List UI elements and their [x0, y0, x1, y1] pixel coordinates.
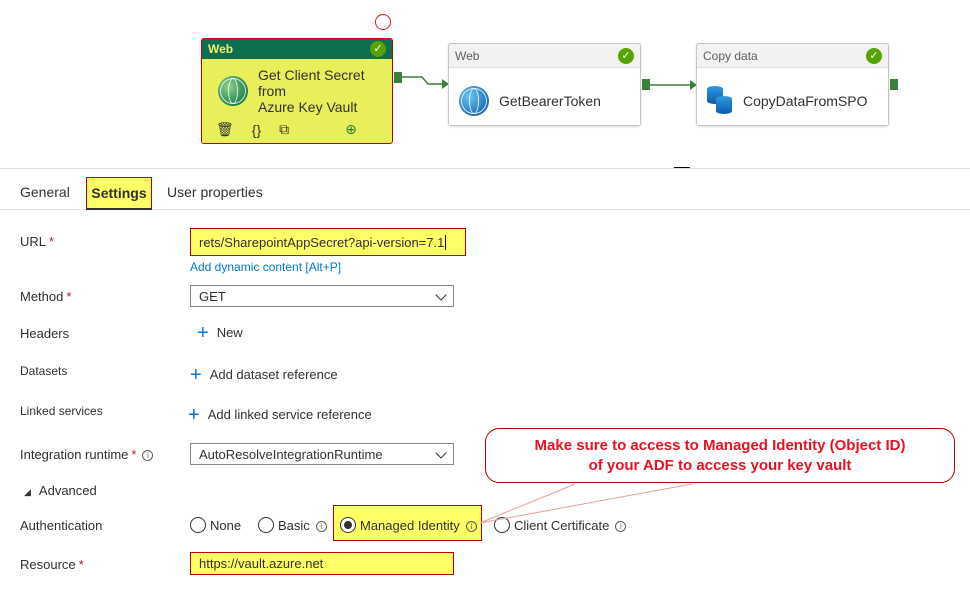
activity-type: Web	[208, 42, 234, 56]
success-check-icon: ✓	[618, 47, 634, 64]
resource-label: Resource *	[20, 557, 84, 572]
url-label: URL *	[20, 234, 55, 249]
connector-arrow	[650, 80, 697, 90]
integration-runtime-label: Integration runtime * i	[20, 447, 154, 462]
method-label: Method *	[20, 289, 72, 304]
tab-settings[interactable]: Settings	[86, 177, 152, 210]
web-globe-icon	[459, 85, 489, 116]
activity-name: GetBearerToken	[499, 92, 601, 109]
triangle-down-icon: ◢	[24, 487, 31, 497]
activity-name: Get Client Secret from Azure Key Vault	[258, 67, 365, 115]
output-port[interactable]	[642, 79, 650, 90]
radio-icon	[258, 517, 274, 533]
add-dynamic-content-link[interactable]: Add dynamic content [Alt+P]	[190, 260, 341, 274]
chevron-down-icon	[435, 289, 447, 301]
output-port[interactable]	[394, 72, 402, 83]
authentication-label: Authentication	[20, 518, 103, 533]
auth-option-basic[interactable]: Basic i	[258, 517, 327, 533]
connector-arrow	[402, 76, 449, 89]
callout-line-2: of your ADF to access your key vault	[588, 457, 852, 474]
output-port[interactable]	[890, 79, 898, 90]
success-check-icon: ✓	[866, 47, 882, 64]
linked-services-label: Linked services	[20, 404, 103, 418]
chevron-down-icon	[435, 447, 447, 459]
resource-input[interactable]: https://vault.azure.net	[190, 552, 454, 575]
headers-label: Headers	[20, 326, 70, 341]
tab-user-properties[interactable]: User properties	[167, 184, 263, 200]
properties-tabs: General Settings User properties	[0, 168, 970, 210]
copy-icon[interactable]: ⧉	[279, 121, 289, 138]
activity-name: CopyDataFromSPO	[743, 92, 868, 109]
auth-option-none[interactable]: None	[190, 517, 241, 533]
add-linked-service-reference-button[interactable]: + Add linked service reference	[188, 404, 372, 427]
annotation-circle	[375, 14, 391, 30]
code-icon[interactable]: {}	[252, 122, 261, 138]
integration-runtime-select[interactable]: AutoResolveIntegrationRuntime	[190, 443, 454, 465]
info-icon[interactable]: i	[142, 450, 154, 461]
callout-pointer	[479, 483, 693, 524]
add-dataset-reference-button[interactable]: + Add dataset reference	[190, 364, 338, 387]
delete-icon[interactable]: 🗑	[216, 121, 234, 138]
callout-line-1: Make sure to access to Managed Identity …	[534, 437, 906, 454]
plus-icon: +	[197, 322, 209, 344]
datasets-label: Datasets	[20, 364, 68, 378]
method-select[interactable]: GET	[190, 285, 454, 307]
activity-header: Web ✓	[202, 39, 392, 59]
activity-get-bearer-token[interactable]: Web ✓ GetBearerToken	[448, 43, 641, 126]
radio-icon	[190, 517, 206, 533]
url-input[interactable]: rets/SharepointAppSecret?api-version=7.1	[190, 228, 466, 256]
activity-get-client-secret[interactable]: Web ✓ Get Client Secret from Azure Key V…	[201, 38, 393, 144]
headers-new-button[interactable]: + New	[197, 322, 243, 345]
auth-option-managed-identity[interactable]: Managed Identity i	[340, 517, 477, 533]
plus-icon: +	[188, 404, 200, 426]
activity-type: Copy data	[703, 48, 758, 63]
copy-data-icon	[707, 85, 733, 116]
radio-selected-icon	[340, 517, 356, 533]
activity-copy-data[interactable]: Copy data ✓ CopyDataFromSPO	[696, 43, 889, 126]
info-icon[interactable]: i	[315, 521, 327, 532]
pipeline-canvas: Web ✓ Get Client Secret from Azure Key V…	[0, 0, 970, 168]
web-globe-icon	[218, 76, 248, 106]
activity-type: Web	[455, 48, 480, 63]
success-check-icon: ✓	[370, 41, 386, 57]
add-output-icon[interactable]: ⊕	[345, 121, 357, 138]
advanced-toggle[interactable]: ◢ Advanced	[24, 483, 97, 498]
activity-toolbar: 🗑 {} ⧉ ⊕	[202, 119, 392, 140]
plus-icon: +	[190, 364, 202, 386]
tab-general[interactable]: General	[20, 184, 70, 200]
annotation-callout: Make sure to access to Managed Identity …	[485, 428, 955, 483]
